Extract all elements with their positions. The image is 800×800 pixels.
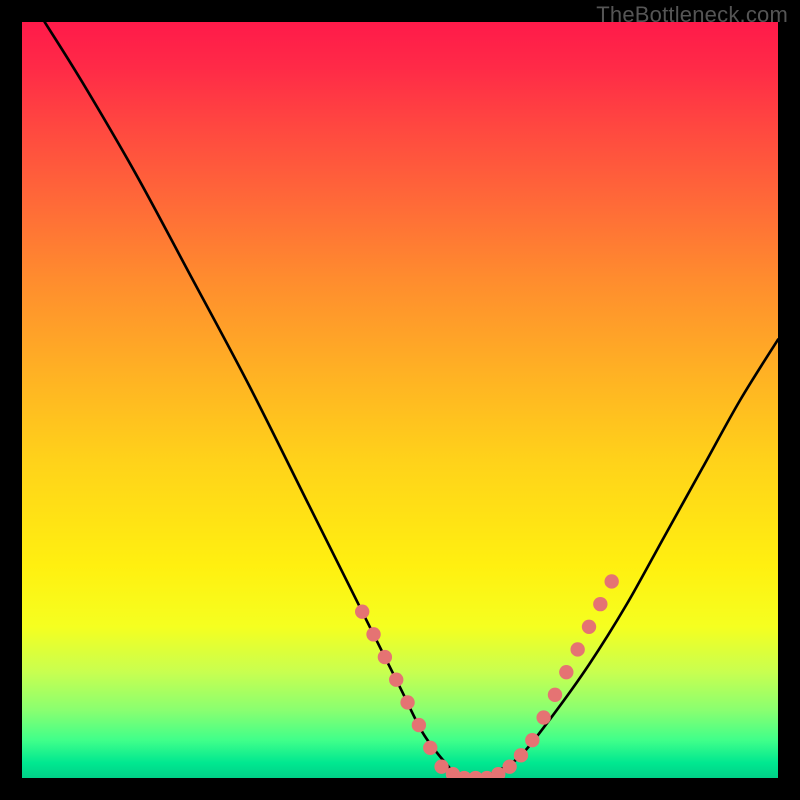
gradient-background — [22, 22, 778, 778]
watermark-text: TheBottleneck.com — [596, 2, 788, 28]
plot-area — [22, 22, 778, 778]
